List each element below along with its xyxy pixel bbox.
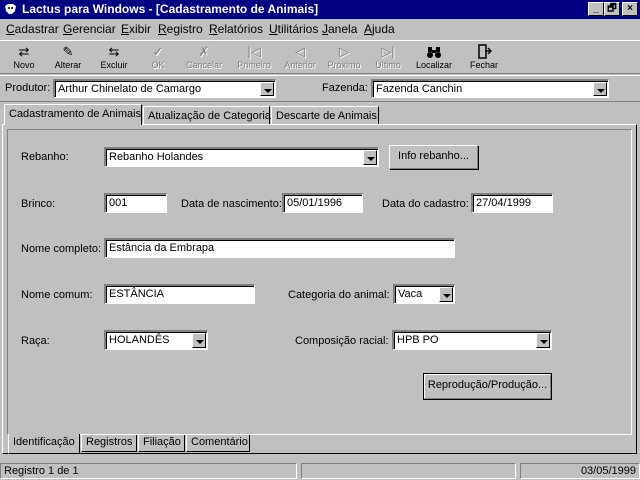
chevron-down-icon[interactable] <box>260 82 274 96</box>
title-bar: Lactus para Windows - [Cadastramento de … <box>0 0 640 19</box>
next-button[interactable]: ▷ Próximo <box>322 43 366 73</box>
cadastro-label: Data do cadastro: <box>382 198 469 210</box>
tab-cadastramento[interactable]: Cadastramento de Animais <box>4 104 142 125</box>
menu-registro[interactable]: Registro <box>158 22 203 36</box>
fazenda-value: Fazenda Canchin <box>376 83 463 95</box>
categoria-select[interactable]: Vaca <box>393 284 455 304</box>
tab-atualizacao[interactable]: Atualização de Categoria <box>143 106 271 125</box>
nome-completo-input[interactable]: Estância da Embrapa <box>104 238 455 258</box>
minimize-button[interactable]: _ <box>588 2 604 16</box>
restore-button[interactable]: 🗗 <box>604 2 620 16</box>
close-door-icon <box>478 44 492 59</box>
new-button[interactable]: ⇄ Novo <box>2 43 46 73</box>
first-button[interactable]: |◁ Primeiro <box>232 43 276 73</box>
previous-icon: ◁ <box>295 44 305 59</box>
menu-gerenciar[interactable]: Gerenciar <box>63 22 116 36</box>
status-pane-empty <box>301 463 516 479</box>
window-title: Lactus para Windows - [Cadastramento de … <box>22 2 319 16</box>
nome-comum-label: Nome comum: <box>21 289 93 301</box>
find-button[interactable]: Localizar <box>412 43 456 73</box>
menu-utilitarios[interactable]: Utilitários <box>269 22 318 36</box>
produtor-label: Produtor: <box>5 82 51 94</box>
delete-icon: ⇆ <box>108 44 120 59</box>
tab-identificacao[interactable]: Identificação <box>8 434 80 454</box>
fazenda-label: Fazenda: <box>322 82 368 94</box>
next-icon: ▷ <box>339 44 349 59</box>
nascimento-label: Data de nascimento: <box>181 198 282 210</box>
ok-button[interactable]: ✓ OK <box>136 43 180 73</box>
tab-descarte[interactable]: Descarte de Animais <box>271 106 379 125</box>
close-button[interactable]: × <box>622 2 638 16</box>
rebanho-select[interactable]: Rebanho Holandes <box>104 147 379 167</box>
produtor-value: Arthur Chinelato de Camargo <box>58 83 202 95</box>
raca-label: Raça: <box>21 335 50 347</box>
chevron-down-icon[interactable] <box>363 150 377 165</box>
toolbar: ⇄ Novo ✎ Alterar ⇆ Excluir ✓ OK ✗ Cancelar |◁… <box>0 40 640 74</box>
record-status: Registro 1 de 1 <box>0 463 297 479</box>
cancel-icon: ✗ <box>198 44 210 59</box>
context-bar: Produtor: Arthur Chinelato de Camargo Fa… <box>0 75 640 102</box>
brinco-input[interactable]: 001 <box>104 193 167 213</box>
cow-icon <box>5 4 16 14</box>
first-icon: |◁ <box>247 44 261 59</box>
fazenda-select[interactable]: Fazenda Canchin <box>371 79 609 98</box>
menu-exibir[interactable]: Exibir <box>121 22 151 36</box>
nome-comum-input[interactable]: ESTÂNCIA <box>104 284 255 304</box>
nascimento-input[interactable]: 05/01/1996 <box>282 193 363 213</box>
chevron-down-icon[interactable] <box>192 333 206 348</box>
categoria-label: Categoria do animal: <box>288 289 390 301</box>
menu-relatorios[interactable]: Relatórios <box>209 22 263 36</box>
cancel-button[interactable]: ✗ Cancelar <box>182 43 226 73</box>
composicao-label: Composição racial: <box>295 335 389 347</box>
cadastro-input[interactable]: 27/04/1999 <box>471 193 553 213</box>
menu-janela[interactable]: Janela <box>322 22 357 36</box>
menu-cadastrar[interactable]: Cadastrar <box>6 22 59 36</box>
info-rebanho-button[interactable]: Info rebanho... <box>389 145 478 169</box>
close-form-button[interactable]: Fechar <box>462 43 506 73</box>
chevron-down-icon[interactable] <box>439 287 453 302</box>
previous-button[interactable]: ◁ Anterior <box>278 43 322 73</box>
last-button[interactable]: ▷| Último <box>366 43 410 73</box>
ok-icon: ✓ <box>152 44 164 59</box>
chevron-down-icon[interactable] <box>536 333 550 348</box>
reproducao-producao-button[interactable]: Reprodução/Produção... <box>423 373 552 400</box>
chevron-down-icon[interactable] <box>593 82 607 96</box>
new-icon: ⇄ <box>18 44 30 59</box>
rebanho-value: Rebanho Holandes <box>109 151 204 163</box>
composicao-select[interactable]: HPB PO <box>392 330 552 350</box>
brinco-label: Brinco: <box>21 198 56 210</box>
binoculars-icon <box>427 47 441 58</box>
edit-icon: ✎ <box>62 44 74 59</box>
status-bar: Registro 1 de 1 03/05/1999 <box>0 461 640 480</box>
edit-button[interactable]: ✎ Alterar <box>46 43 90 73</box>
date-status: 03/05/1999 <box>520 463 640 479</box>
menu-ajuda[interactable]: Ajuda <box>364 22 395 36</box>
menu-bar: Cadastrar Gerenciar Exibir Registro Rela… <box>0 19 640 38</box>
produtor-select[interactable]: Arthur Chinelato de Camargo <box>53 79 276 98</box>
rebanho-label: Rebanho: <box>21 151 69 163</box>
last-icon: ▷| <box>381 44 395 59</box>
delete-button[interactable]: ⇆ Excluir <box>92 43 136 73</box>
nome-completo-label: Nome completo: <box>21 243 102 255</box>
raca-select[interactable]: HOLANDÊS <box>104 330 208 350</box>
